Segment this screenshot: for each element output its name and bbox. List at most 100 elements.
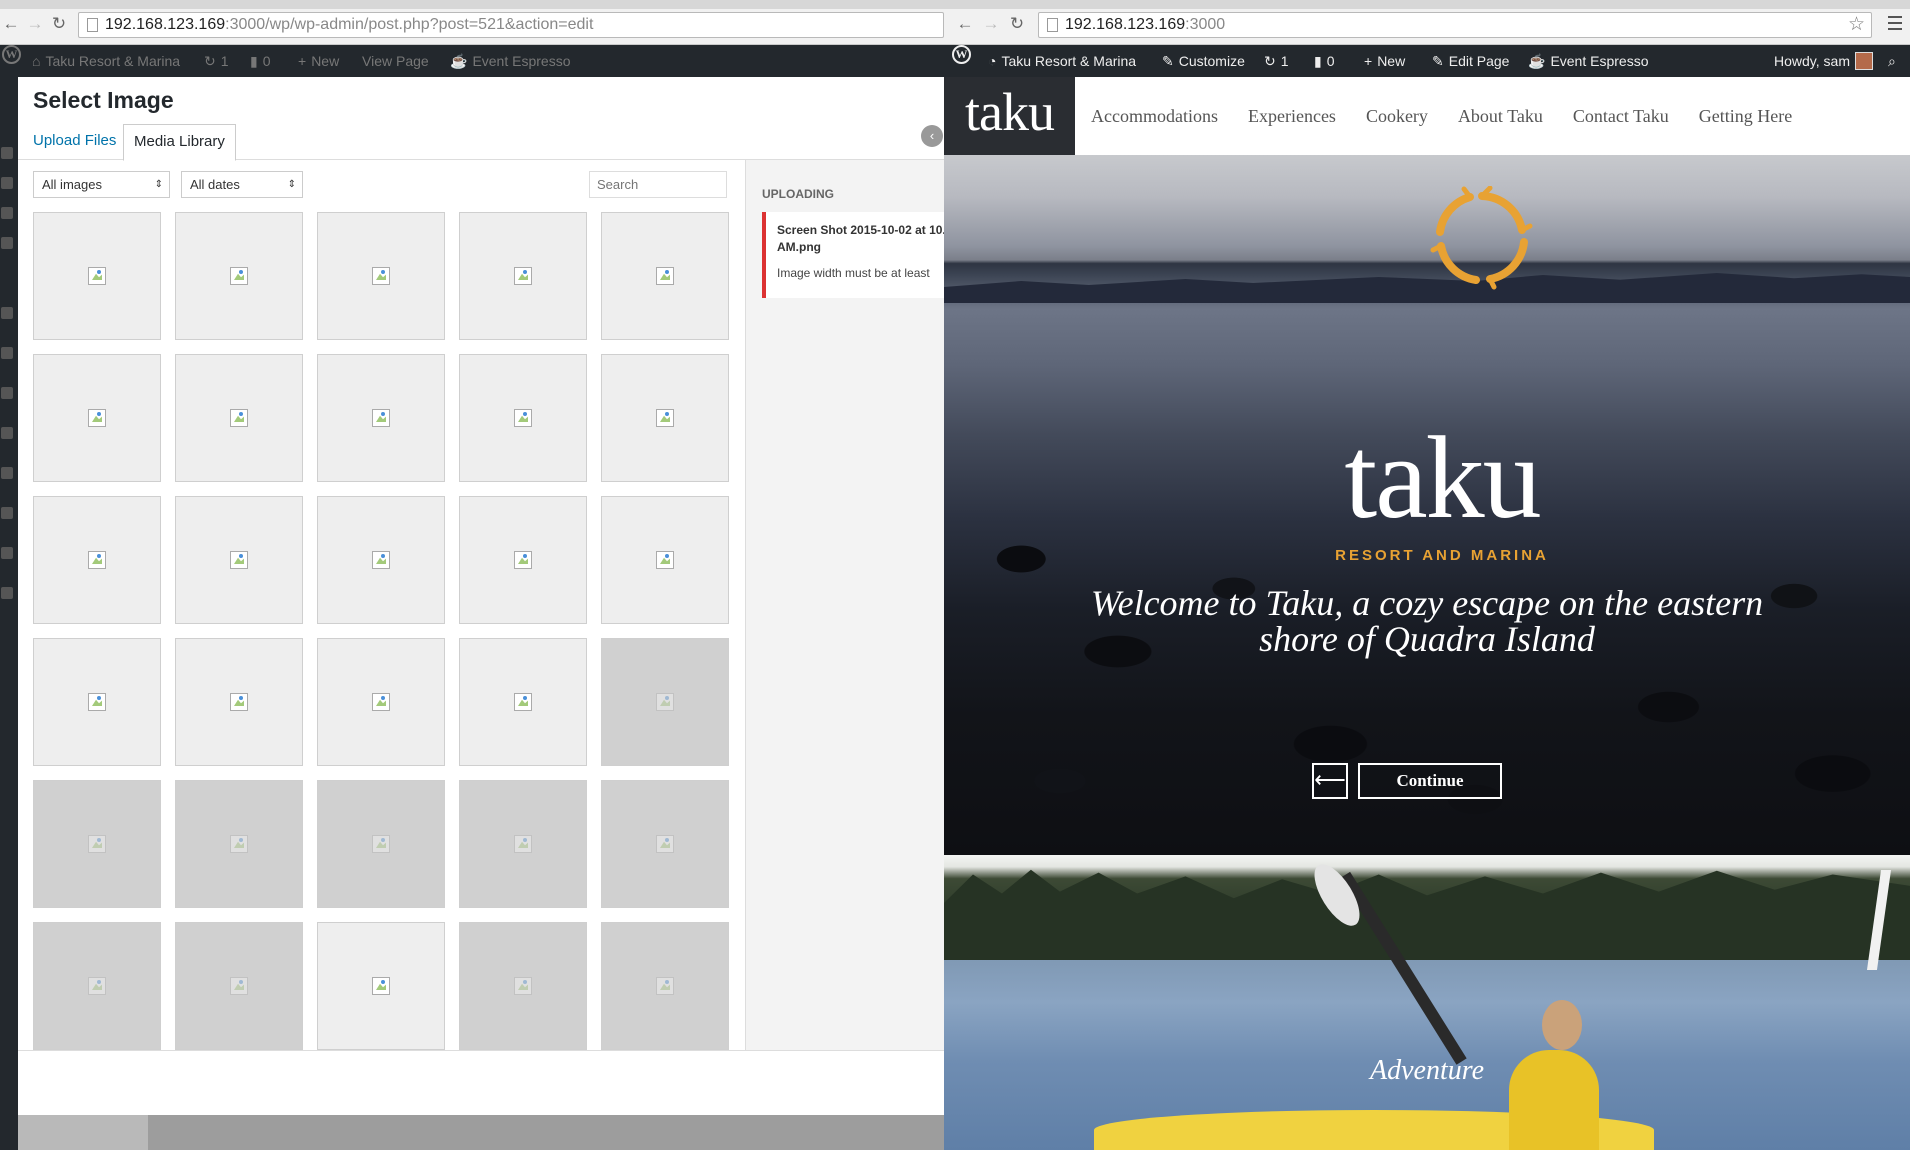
admin-bar-view-page[interactable]: View Page	[362, 45, 429, 77]
filter-type-select[interactable]: All images ⇕	[33, 171, 170, 198]
wp-logo-icon[interactable]: W	[2, 45, 21, 64]
media-thumbnail[interactable]	[459, 354, 587, 482]
forward-icon[interactable]: →	[26, 15, 44, 33]
media-thumbnail[interactable]	[317, 496, 445, 624]
bookmark-star-icon[interactable]: ☆	[1848, 13, 1865, 37]
filter-date-select[interactable]: All dates ⇕	[181, 171, 303, 198]
url-host: 192.168.123.169	[1065, 16, 1186, 33]
admin-bar-edit-page[interactable]: ✎ Edit Page	[1432, 45, 1509, 77]
media-thumbnail[interactable]	[33, 780, 161, 908]
nav-getting-here[interactable]: Getting Here	[1699, 77, 1792, 155]
collapse-sidebar-icon[interactable]: ‹	[921, 125, 943, 147]
browser-menu-icon[interactable]	[1888, 16, 1902, 30]
nav-experiences[interactable]: Experiences	[1248, 77, 1336, 155]
media-thumbnail[interactable]	[317, 638, 445, 766]
media-thumbnail[interactable]	[601, 212, 729, 340]
media-thumbnail[interactable]	[601, 638, 729, 766]
admin-bar-event-espresso[interactable]: ☕ Event Espresso	[1528, 45, 1649, 77]
media-search-input[interactable]	[589, 171, 727, 198]
admin-bar-account[interactable]: Howdy, sam	[1774, 45, 1873, 77]
broken-image-icon	[372, 835, 390, 853]
admin-bar-new[interactable]: + New	[1364, 45, 1405, 77]
media-thumbnail[interactable]	[317, 780, 445, 908]
select-arrow-icon: ⇕	[287, 179, 296, 190]
media-thumbnail[interactable]	[459, 212, 587, 340]
brush-icon: ✎	[1162, 53, 1174, 69]
media-thumbnail[interactable]	[33, 922, 161, 1050]
media-thumbnail[interactable]	[175, 496, 303, 624]
nav-about-taku[interactable]: About Taku	[1458, 77, 1543, 155]
broken-image-icon	[514, 267, 532, 285]
reload-icon[interactable]: ↻	[50, 15, 68, 33]
media-thumbnail[interactable]	[33, 496, 161, 624]
admin-bar-search-icon[interactable]: ⌕	[1888, 45, 1896, 77]
admin-bar-new[interactable]: + New	[298, 45, 339, 77]
address-bar[interactable]: 192.168.123.169:3000 ☆	[1038, 12, 1872, 38]
broken-image-icon	[230, 551, 248, 569]
treeline	[944, 869, 1910, 960]
media-thumbnail[interactable]	[33, 212, 161, 340]
wp-admin-sidebar	[0, 77, 18, 1150]
pencil-icon: ✎	[1432, 53, 1444, 69]
nav-contact-taku[interactable]: Contact Taku	[1573, 77, 1669, 155]
broken-image-icon	[656, 551, 674, 569]
media-thumbnail[interactable]	[175, 354, 303, 482]
media-thumbnail[interactable]	[175, 922, 303, 1050]
plus-icon: +	[298, 53, 307, 69]
media-thumbnail[interactable]	[459, 922, 587, 1050]
media-thumbnail[interactable]	[317, 354, 445, 482]
media-thumbnail[interactable]	[459, 780, 587, 908]
media-thumbnail[interactable]	[175, 212, 303, 340]
hero-prev-button[interactable]: ⟵	[1312, 763, 1348, 799]
media-thumbnail[interactable]	[601, 780, 729, 908]
broken-image-icon	[372, 409, 390, 427]
admin-bar-comments[interactable]: ▮ 0	[1314, 45, 1335, 77]
admin-bar-comments[interactable]: ▮ 0	[250, 45, 271, 77]
media-thumbnail[interactable]	[33, 638, 161, 766]
reload-icon[interactable]: ↻	[1008, 15, 1026, 33]
media-tabs: Upload Files Media Library	[18, 124, 944, 161]
wp-logo-icon[interactable]: W	[952, 45, 971, 64]
admin-bar-updates[interactable]: ↻ 1	[204, 45, 229, 77]
media-thumbnail[interactable]	[601, 922, 729, 1050]
hero-continue-button[interactable]: Continue	[1358, 763, 1502, 799]
media-thumbnail[interactable]	[459, 496, 587, 624]
media-thumbnail[interactable]	[601, 496, 729, 624]
media-thumbnail[interactable]	[175, 638, 303, 766]
media-thumbnail[interactable]	[317, 922, 445, 1050]
media-thumbnail[interactable]	[601, 354, 729, 482]
media-thumbnail[interactable]	[33, 354, 161, 482]
admin-bar-customize[interactable]: ✎ Customize	[1162, 45, 1245, 77]
media-thumbnail[interactable]	[175, 780, 303, 908]
admin-bar-site[interactable]: ⌂ Taku Resort & Marina	[32, 45, 180, 77]
hero-logo-subtitle: RESORT AND MARINA	[1335, 547, 1549, 564]
adventure-label[interactable]: Adventure	[944, 1055, 1910, 1087]
broken-image-icon	[656, 835, 674, 853]
upload-error-notice: Screen Shot 2015-10-02 at 10. AM.png Ima…	[762, 212, 944, 298]
nav-accommodations[interactable]: Accommodations	[1091, 77, 1218, 155]
tab-upload-files[interactable]: Upload Files	[23, 124, 126, 160]
media-thumbnail[interactable]	[317, 212, 445, 340]
taku-ring-logo-icon	[1430, 186, 1533, 290]
espresso-icon: ☕	[450, 53, 468, 69]
back-icon[interactable]: ←	[2, 15, 20, 33]
url-path: :3000	[1185, 16, 1226, 33]
broken-image-icon	[372, 551, 390, 569]
address-bar[interactable]: 192.168.123.169:3000/wp/wp-admin/post.ph…	[78, 12, 944, 38]
avatar	[1854, 52, 1873, 70]
nav-cookery[interactable]: Cookery	[1366, 77, 1428, 155]
broken-image-icon	[88, 267, 106, 285]
mountain-ridge	[944, 273, 1910, 303]
kayaker-head	[1542, 1000, 1582, 1050]
admin-bar-site[interactable]: ◔ Taku Resort & Marina	[988, 45, 1136, 77]
back-icon[interactable]: ←	[956, 15, 974, 33]
admin-bar-event-espresso[interactable]: ☕ Event Espresso	[450, 45, 571, 77]
media-thumbnail[interactable]	[459, 638, 587, 766]
admin-bar-updates[interactable]: ↻ 1	[1264, 45, 1289, 77]
browser-toolbar: ← → ↻ 192.168.123.169:3000/wp/wp-admin/p…	[0, 0, 944, 45]
site-logo[interactable]: taku	[944, 77, 1075, 155]
left-browser-window: ← → ↻ 192.168.123.169:3000/wp/wp-admin/p…	[0, 0, 944, 1150]
site-nav: Accommodations Experiences Cookery About…	[1091, 77, 1822, 155]
tab-media-library[interactable]: Media Library	[123, 124, 236, 161]
forward-icon[interactable]: →	[982, 15, 1000, 33]
